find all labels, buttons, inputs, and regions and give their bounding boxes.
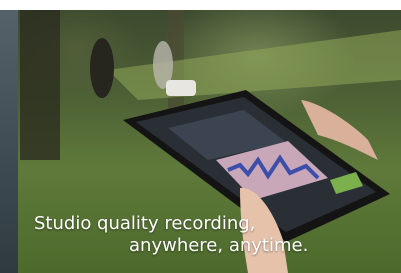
caption-line-1: Studio quality recording, bbox=[34, 213, 256, 234]
caption-line-2: anywhere, anytime. bbox=[129, 235, 309, 256]
hero-caption: Studio quality recording, anywhere, anyt… bbox=[34, 213, 308, 257]
tree-trunk bbox=[20, 10, 60, 160]
left-edge-strip bbox=[0, 10, 18, 273]
background-person bbox=[90, 38, 114, 98]
sunlit-path bbox=[108, 30, 401, 100]
microphone-accessory bbox=[166, 80, 196, 96]
